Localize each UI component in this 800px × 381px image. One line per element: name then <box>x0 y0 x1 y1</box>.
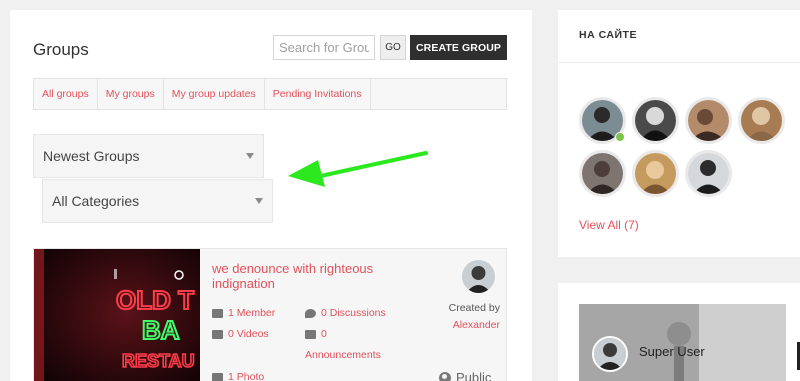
sort-select[interactable]: Newest Groups <box>33 134 264 178</box>
member-avatar[interactable] <box>685 150 732 197</box>
widget-title: НА САЙТЕ <box>579 29 637 41</box>
create-group-button[interactable]: CREATE GROUP <box>410 35 507 60</box>
group-title-link[interactable]: we denounce with righteous indignation <box>212 261 427 291</box>
creator-avatar[interactable] <box>462 260 495 293</box>
announcements-link[interactable]: Announcements <box>305 349 381 361</box>
announcements-label: Announcements <box>305 349 381 361</box>
tab-pending-invitations[interactable]: Pending Invitations <box>265 79 371 109</box>
tab-my-group-updates[interactable]: My group updates <box>164 79 265 109</box>
online-status-icon <box>615 132 625 142</box>
group-tabs: All groups My groups My group updates Pe… <box>33 78 507 110</box>
announcements-count-link[interactable]: 0 <box>305 328 327 340</box>
search-input[interactable] <box>273 35 375 60</box>
view-all-link[interactable]: View All (7) <box>579 218 639 232</box>
online-members-widget: НА САЙТЕ View All (7) <box>558 10 800 257</box>
videos-link[interactable]: 0 Videos <box>212 328 269 340</box>
photo-icon <box>212 372 223 381</box>
announcements-count: 0 <box>321 328 327 340</box>
svg-text:RESTAU: RESTAU <box>122 351 195 371</box>
widget-header: НА САЙТЕ <box>558 10 800 63</box>
sort-select-value: Newest Groups <box>43 148 140 164</box>
user-name-link[interactable]: Super User <box>639 344 705 359</box>
group-card: OLD T BA RESTAU we denounce with righteo… <box>33 248 507 381</box>
creator-name-link[interactable]: Alexander <box>430 319 500 331</box>
member-avatar[interactable] <box>579 150 626 197</box>
groups-panel: Groups GO CREATE GROUP All groups My gro… <box>10 10 532 381</box>
chevron-down-icon <box>246 153 254 159</box>
comments-icon <box>305 308 316 318</box>
tab-my-groups[interactable]: My groups <box>98 79 164 109</box>
created-by-label: Created by <box>448 302 500 314</box>
globe-icon <box>439 371 451 381</box>
group-cover-image[interactable]: OLD T BA RESTAU <box>34 249 200 381</box>
film-icon <box>212 329 223 339</box>
members-link[interactable]: 1 Member <box>212 307 275 319</box>
user-cover-card[interactable]: Super User <box>579 304 786 381</box>
users-icon <box>212 308 223 318</box>
discussions-count: 0 Discussions <box>321 307 386 319</box>
member-avatar[interactable] <box>685 97 732 144</box>
member-avatar[interactable] <box>632 97 679 144</box>
category-select-value: All Categories <box>52 193 140 209</box>
photos-count: 1 Photo <box>228 371 265 381</box>
photos-link[interactable]: 1 Photo <box>212 371 264 381</box>
member-avatar[interactable] <box>738 97 785 144</box>
user-avatar[interactable] <box>592 336 628 372</box>
chevron-down-icon <box>255 198 263 204</box>
megaphone-icon <box>305 329 316 339</box>
svg-text:OLD T: OLD T <box>116 285 194 315</box>
user-widget: Super User <box>558 283 800 381</box>
category-select[interactable]: All Categories <box>42 179 273 223</box>
page-title: Groups <box>33 40 89 59</box>
privacy-badge: Public <box>439 370 491 381</box>
go-button[interactable]: GO <box>380 35 406 60</box>
svg-text:BA: BA <box>142 315 180 345</box>
videos-count: 0 Videos <box>228 328 269 340</box>
green-arrow-annotation-icon <box>288 151 428 187</box>
privacy-label: Public <box>456 370 492 381</box>
member-avatar[interactable] <box>632 150 679 197</box>
discussions-link[interactable]: 0 Discussions <box>305 307 386 319</box>
members-count: 1 Member <box>228 307 276 319</box>
tab-all-groups[interactable]: All groups <box>34 79 98 109</box>
